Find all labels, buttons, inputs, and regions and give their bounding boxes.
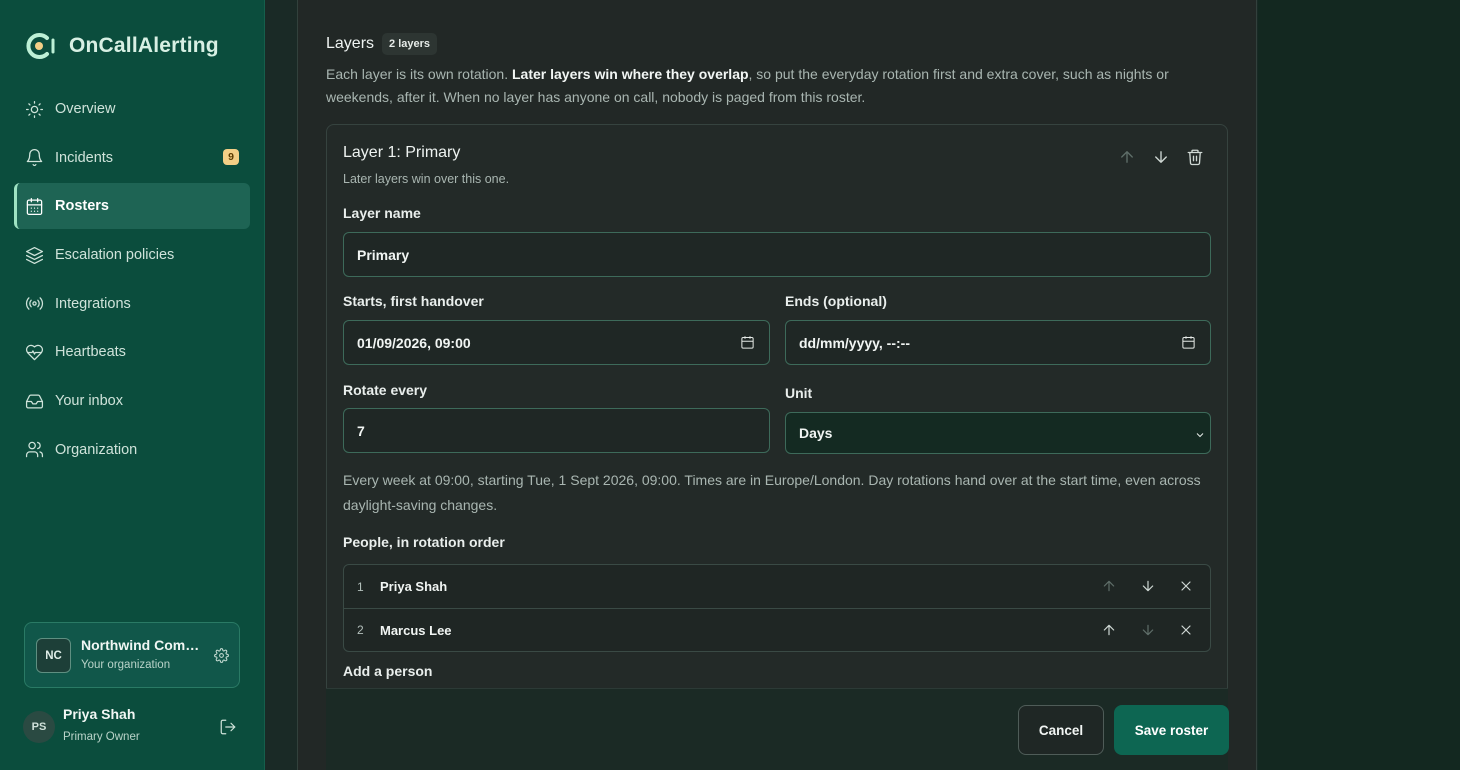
sun-icon xyxy=(25,100,44,118)
starts-value: 01/09/2026, 09:00 xyxy=(357,334,471,351)
layer-subtitle: Later layers win over this one. xyxy=(343,172,510,186)
unit-label: Unit xyxy=(785,385,813,401)
sidebar-item-incidents[interactable]: Incidents 9 xyxy=(14,135,250,181)
org-name: Northwind Com… xyxy=(81,637,200,653)
move-layer-up-icon[interactable] xyxy=(1118,148,1136,166)
layer-name-value: Primary xyxy=(357,246,410,263)
unit-select[interactable]: Days xyxy=(785,412,1211,454)
sidebar-item-label: Overview xyxy=(55,101,116,117)
remove-person-icon[interactable] xyxy=(1178,622,1194,638)
ends-value: dd/mm/yyyy, --:-- xyxy=(799,334,910,351)
rotation-summary: Every week at 09:00, starting Tue, 1 Sep… xyxy=(343,472,1201,513)
rotate-value: 7 xyxy=(357,422,365,439)
brand[interactable]: OnCallAlerting xyxy=(25,32,219,60)
roster-editor-panel: Layers 2 layers Each layer is its own ro… xyxy=(297,0,1257,770)
gear-icon[interactable] xyxy=(214,648,229,663)
org-subtitle: Your organization xyxy=(81,659,171,671)
layer-name-input[interactable]: Primary xyxy=(343,232,1211,277)
sidebar: OnCallAlerting Overview Incidents 9 Rost… xyxy=(0,0,265,770)
unit-value: Days xyxy=(799,425,833,441)
sidebar-item-label: Escalation policies xyxy=(55,247,175,264)
person-name: Marcus Lee xyxy=(380,622,452,638)
sidebar-item-your-inbox[interactable]: Your inbox xyxy=(14,378,250,424)
move-up-icon[interactable] xyxy=(1101,622,1117,638)
inbox-icon xyxy=(25,394,44,409)
user-profile: PS Priya Shah Primary Owner xyxy=(23,705,245,751)
org-avatar: NC xyxy=(36,638,71,673)
right-gutter xyxy=(1258,0,1460,770)
avatar: PS xyxy=(23,711,55,743)
cancel-button[interactable]: Cancel xyxy=(1018,705,1104,755)
layers-title: Layers xyxy=(326,35,375,52)
main-content: Layers 2 layers Each layer is its own ro… xyxy=(265,0,1460,770)
bell-icon xyxy=(26,149,43,167)
layer-title: Layer 1: Primary xyxy=(343,144,461,161)
form-footer: Cancel Save roster xyxy=(326,688,1229,770)
layers-count-badge: 2 layers xyxy=(382,33,438,55)
move-up-icon[interactable] xyxy=(1101,578,1117,594)
move-layer-down-icon[interactable] xyxy=(1152,148,1170,166)
app-name: OnCallAlerting xyxy=(69,34,219,57)
starts-datetime-input[interactable]: 01/09/2026, 09:00 xyxy=(343,320,770,365)
calendar-icon[interactable] xyxy=(740,335,755,350)
calendar-icon xyxy=(26,197,43,215)
layer-name-label: Layer name xyxy=(343,205,421,221)
person-order: 1 xyxy=(357,579,364,594)
chevron-down-icon xyxy=(1196,433,1204,438)
person-order: 2 xyxy=(357,623,364,637)
heart-pulse-icon xyxy=(25,344,44,361)
rotate-every-input[interactable]: 7 xyxy=(343,408,770,453)
sidebar-item-heartbeats[interactable]: Heartbeats xyxy=(14,329,250,375)
sidebar-item-organization[interactable]: Organization xyxy=(14,427,250,473)
ends-datetime-input[interactable]: dd/mm/yyyy, --:-- xyxy=(785,320,1211,365)
layers-icon xyxy=(25,246,44,264)
add-person-label: Add a person xyxy=(343,663,433,679)
logout-icon[interactable] xyxy=(219,718,237,736)
list-item: 1 Priya Shah xyxy=(344,565,1210,608)
rotate-label: Rotate every xyxy=(343,382,428,398)
layers-header: Layers 2 layers xyxy=(326,33,438,55)
sidebar-item-label: Organization xyxy=(55,441,138,458)
sidebar-item-label: Incidents xyxy=(55,149,114,166)
logo-icon xyxy=(26,33,55,59)
remove-person-icon[interactable] xyxy=(1178,578,1194,594)
sidebar-item-overview[interactable]: Overview xyxy=(14,86,250,132)
move-down-icon[interactable] xyxy=(1140,578,1156,594)
calendar-icon[interactable] xyxy=(1181,335,1196,350)
ends-label: Ends (optional) xyxy=(785,293,887,309)
layers-desc-bold: Later layers win where they overlap xyxy=(511,66,749,82)
user-role: Primary Owner xyxy=(63,731,140,743)
sidebar-item-label: Your inbox xyxy=(55,393,123,410)
delete-layer-icon[interactable] xyxy=(1186,148,1204,166)
sidebar-item-label: Integrations xyxy=(55,295,131,312)
save-roster-button[interactable]: Save roster xyxy=(1114,705,1229,755)
layers-description: Each layer is its own rotation. Later la… xyxy=(326,63,1196,109)
layers-desc-text: Each layer is its own rotation. xyxy=(326,66,512,82)
layer-card: Layer 1: Primary Later layers win over t… xyxy=(326,124,1228,704)
broadcast-icon xyxy=(25,297,44,311)
sidebar-item-rosters[interactable]: Rosters xyxy=(14,183,250,230)
move-down-icon[interactable] xyxy=(1140,622,1156,638)
list-item: 2 Marcus Lee xyxy=(344,608,1210,651)
users-icon xyxy=(25,442,44,458)
person-name: Priya Shah xyxy=(380,579,448,594)
sidebar-item-label: Rosters xyxy=(55,198,109,215)
user-name: Priya Shah xyxy=(63,706,136,722)
starts-label: Starts, first handover xyxy=(343,293,484,309)
sidebar-item-escalation-policies[interactable]: Escalation policies xyxy=(14,232,250,278)
sidebar-item-label: Heartbeats xyxy=(55,344,126,361)
incidents-count-badge: 9 xyxy=(223,148,239,165)
org-switcher[interactable]: NC Northwind Com… Your organization xyxy=(24,622,240,688)
sidebar-item-integrations[interactable]: Integrations xyxy=(14,281,250,327)
people-label: People, in rotation order xyxy=(343,534,505,550)
people-list: 1 Priya Shah 2 Marcus Lee xyxy=(343,564,1211,652)
sidebar-nav: Overview Incidents 9 Rosters Escalation … xyxy=(14,86,250,476)
